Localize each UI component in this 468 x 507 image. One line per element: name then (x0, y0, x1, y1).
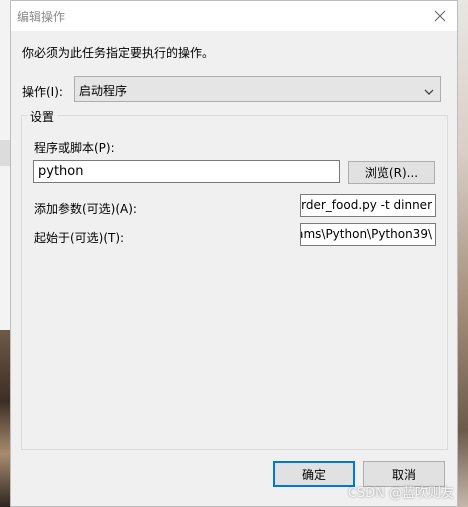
close-button[interactable] (429, 5, 451, 27)
start-in-input[interactable]: ams\Python\Python39\ (300, 223, 436, 246)
instruction-text: 你必须为此任务指定要执行的操作。 (22, 46, 215, 60)
dialog-title: 编辑操作 (17, 10, 66, 24)
edit-action-dialog: 编辑操作 你必须为此任务指定要执行的操作。 操作(I): 启动程序 设置 程序或… (10, 0, 458, 507)
background-window-row (0, 140, 10, 166)
start-in-value: ams\Python\Python39\ (300, 227, 432, 241)
desktop-wallpaper-right (458, 0, 468, 507)
close-icon (434, 10, 446, 22)
arguments-input[interactable]: rder_food.py -t dinner (300, 194, 436, 217)
settings-group-label: 设置 (27, 108, 58, 125)
arguments-value: rder_food.py -t dinner (301, 198, 432, 212)
chevron-down-icon (424, 85, 434, 99)
action-select-value: 启动程序 (79, 84, 128, 98)
desktop-wallpaper (0, 330, 10, 507)
action-label: 操作(I): (22, 85, 63, 99)
program-input[interactable]: python (33, 160, 340, 183)
start-in-label: 起始于(可选)(T): (34, 231, 125, 245)
watermark: CSDN @蓝吹则友 (347, 486, 454, 501)
browse-button[interactable]: 浏览(R)... (348, 161, 435, 184)
arguments-label: 添加参数(可选)(A): (34, 202, 137, 216)
action-select[interactable]: 启动程序 (74, 76, 441, 102)
program-label: 程序或脚本(P): (34, 141, 115, 155)
ok-button[interactable]: 确定 (273, 461, 355, 487)
title-bar[interactable]: 编辑操作 (11, 1, 457, 31)
